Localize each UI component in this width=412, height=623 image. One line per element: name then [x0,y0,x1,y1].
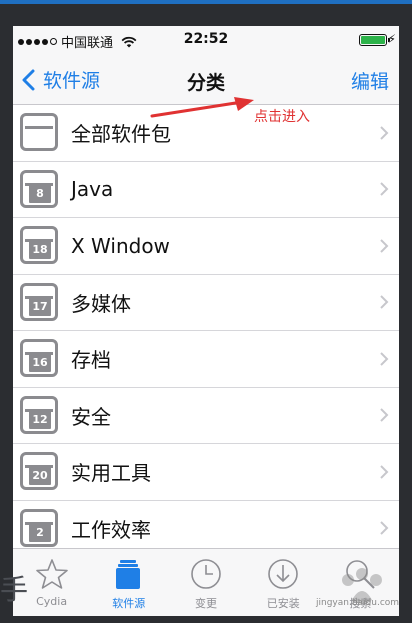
chevron-right-icon [380,352,389,366]
edit-button[interactable]: 编辑 [351,67,389,94]
category-label: 工作效率 [71,517,151,542]
category-row-java[interactable]: 8 Java [13,162,399,218]
category-label: 实用工具 [71,461,151,486]
chevron-right-icon [380,521,389,535]
charging-bolt-icon: ⚡ [387,32,396,46]
category-count-badge: 8 [29,184,51,203]
folder-icon: 17 [20,282,58,321]
tab-label: 软件源 [112,597,146,610]
download-icon [268,559,299,589]
category-row-multimedia[interactable]: 17 多媒体 [13,275,399,331]
category-row-archive[interactable]: 16 存档 [13,331,399,388]
category-label: 多媒体 [71,291,131,316]
category-count-badge: 16 [29,354,51,372]
folder-icon: 18 [20,226,58,264]
category-label: X Window [71,233,170,258]
category-label: 存档 [71,348,111,373]
star-icon [35,559,68,589]
page-title: 分类 [186,72,225,94]
tab-installed[interactable]: 已安装 [245,549,322,616]
folder-icon: 16 [20,339,58,377]
category-label: 安全 [71,404,111,429]
category-row-x-window[interactable]: 18 X Window [13,218,399,275]
battery-icon [359,34,390,46]
chevron-right-icon [380,182,389,196]
category-label: Java [71,177,114,202]
window-top-bar [0,0,412,4]
folder-icon: 2 [20,508,58,547]
category-list: 全部软件包 8 Java 18 X Window 17 多媒体 16 存档 12… [13,105,399,557]
annotation-text: 点击进入 [254,109,310,125]
status-time: 22:52 [183,31,229,47]
chevron-right-icon [380,408,389,422]
watermark-mark: 手 [0,573,29,606]
folder-icon: 12 [20,395,58,434]
clock-icon [191,559,221,589]
folder-icon: 20 [20,452,58,490]
tab-sources[interactable]: 软件源 [90,549,167,616]
category-count-badge: 18 [29,241,51,259]
folder-icon: 8 [20,169,58,208]
tab-label: 已安装 [266,597,300,610]
category-count-badge: 12 [29,410,51,429]
sources-icon [115,560,140,589]
watermark-logo [342,568,382,604]
folder-icon [20,113,58,151]
status-bar: 中国联通 22:52 ⚡ [13,26,399,54]
category-row-utilities[interactable]: 20 实用工具 [13,444,399,501]
chevron-right-icon [380,126,389,140]
chevron-right-icon [380,239,389,253]
category-count-badge: 17 [29,297,51,316]
watermark-text: jingyan.baidu.com [316,598,400,608]
category-count-badge: 2 [29,523,51,542]
category-count-badge: 20 [29,467,51,485]
tab-label: 变更 [195,597,217,610]
tab-changes[interactable]: 变更 [167,549,244,616]
category-label: 全部软件包 [71,122,171,147]
chevron-right-icon [380,465,389,479]
chevron-right-icon [380,295,389,309]
category-row-security[interactable]: 12 安全 [13,388,399,444]
annotation-arrow [150,97,254,118]
